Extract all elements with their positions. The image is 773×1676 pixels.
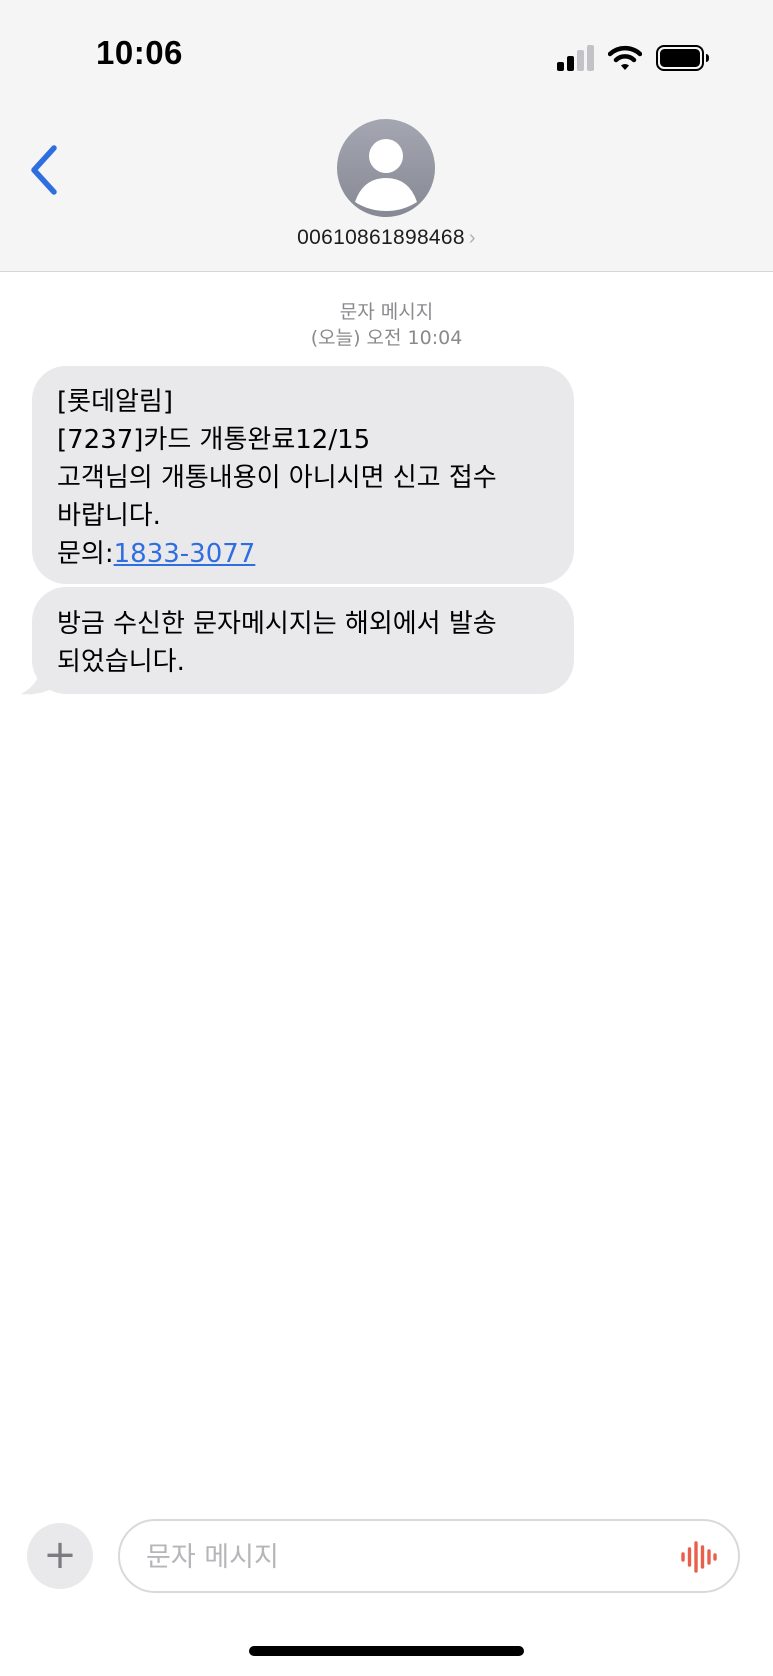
cellular-signal-icon	[557, 45, 594, 71]
message-line: [7237]카드 개통완료12/15	[57, 425, 371, 455]
bubble-tail	[21, 666, 58, 695]
message-timestamp: (오늘) 오전 10:04	[310, 327, 463, 349]
message-line-inquiry: 문의:1833-3077	[57, 535, 550, 573]
status-time: 10:06	[96, 34, 183, 71]
back-button[interactable]	[26, 140, 66, 200]
chevron-left-icon	[31, 145, 57, 195]
status-icons	[556, 44, 710, 72]
conversation-header: 10:06 00610861898468 ›	[0, 0, 773, 272]
received-message-bubble[interactable]: [롯데알림] [7237]카드 개통완료12/15 고객님의 개통내용이 아니시…	[32, 366, 574, 584]
battery-icon	[656, 45, 709, 71]
add-attachment-button[interactable]: +	[27, 1523, 93, 1589]
message-line: 되었습니다.	[57, 647, 185, 677]
message-field[interactable]	[118, 1519, 740, 1593]
person-silhouette-icon	[355, 139, 417, 211]
message-type-label: 문자 메시지	[339, 301, 434, 323]
message-line: 바랍니다.	[57, 501, 161, 531]
wifi-icon	[608, 45, 642, 70]
message-line: [롯데알림]	[57, 387, 173, 417]
audio-waveform-icon[interactable]	[680, 1541, 718, 1573]
home-indicator[interactable]	[249, 1646, 524, 1656]
contact-number: 00610861898468	[297, 226, 465, 249]
phone-number-link[interactable]: 1833-3077	[114, 539, 256, 569]
contact-name-button[interactable]: 00610861898468 ›	[0, 226, 773, 250]
contact-avatar[interactable]	[337, 119, 435, 217]
message-line: 고객님의 개통내용이 아니시면 신고 접수	[57, 463, 497, 493]
received-message-bubble[interactable]: 방금 수신한 문자메시지는 해외에서 발송 되었습니다.	[32, 587, 574, 694]
plus-icon: +	[43, 1531, 77, 1578]
message-input[interactable]	[144, 1533, 648, 1581]
message-line: 방금 수신한 문자메시지는 해외에서 발송	[57, 609, 497, 639]
inquiry-label: 문의:	[57, 539, 114, 569]
messages-screen: 10:06 00610861898468 › 문자 메시지 (오늘) 오전 10…	[0, 0, 773, 1676]
chevron-right-icon: ›	[468, 227, 476, 249]
